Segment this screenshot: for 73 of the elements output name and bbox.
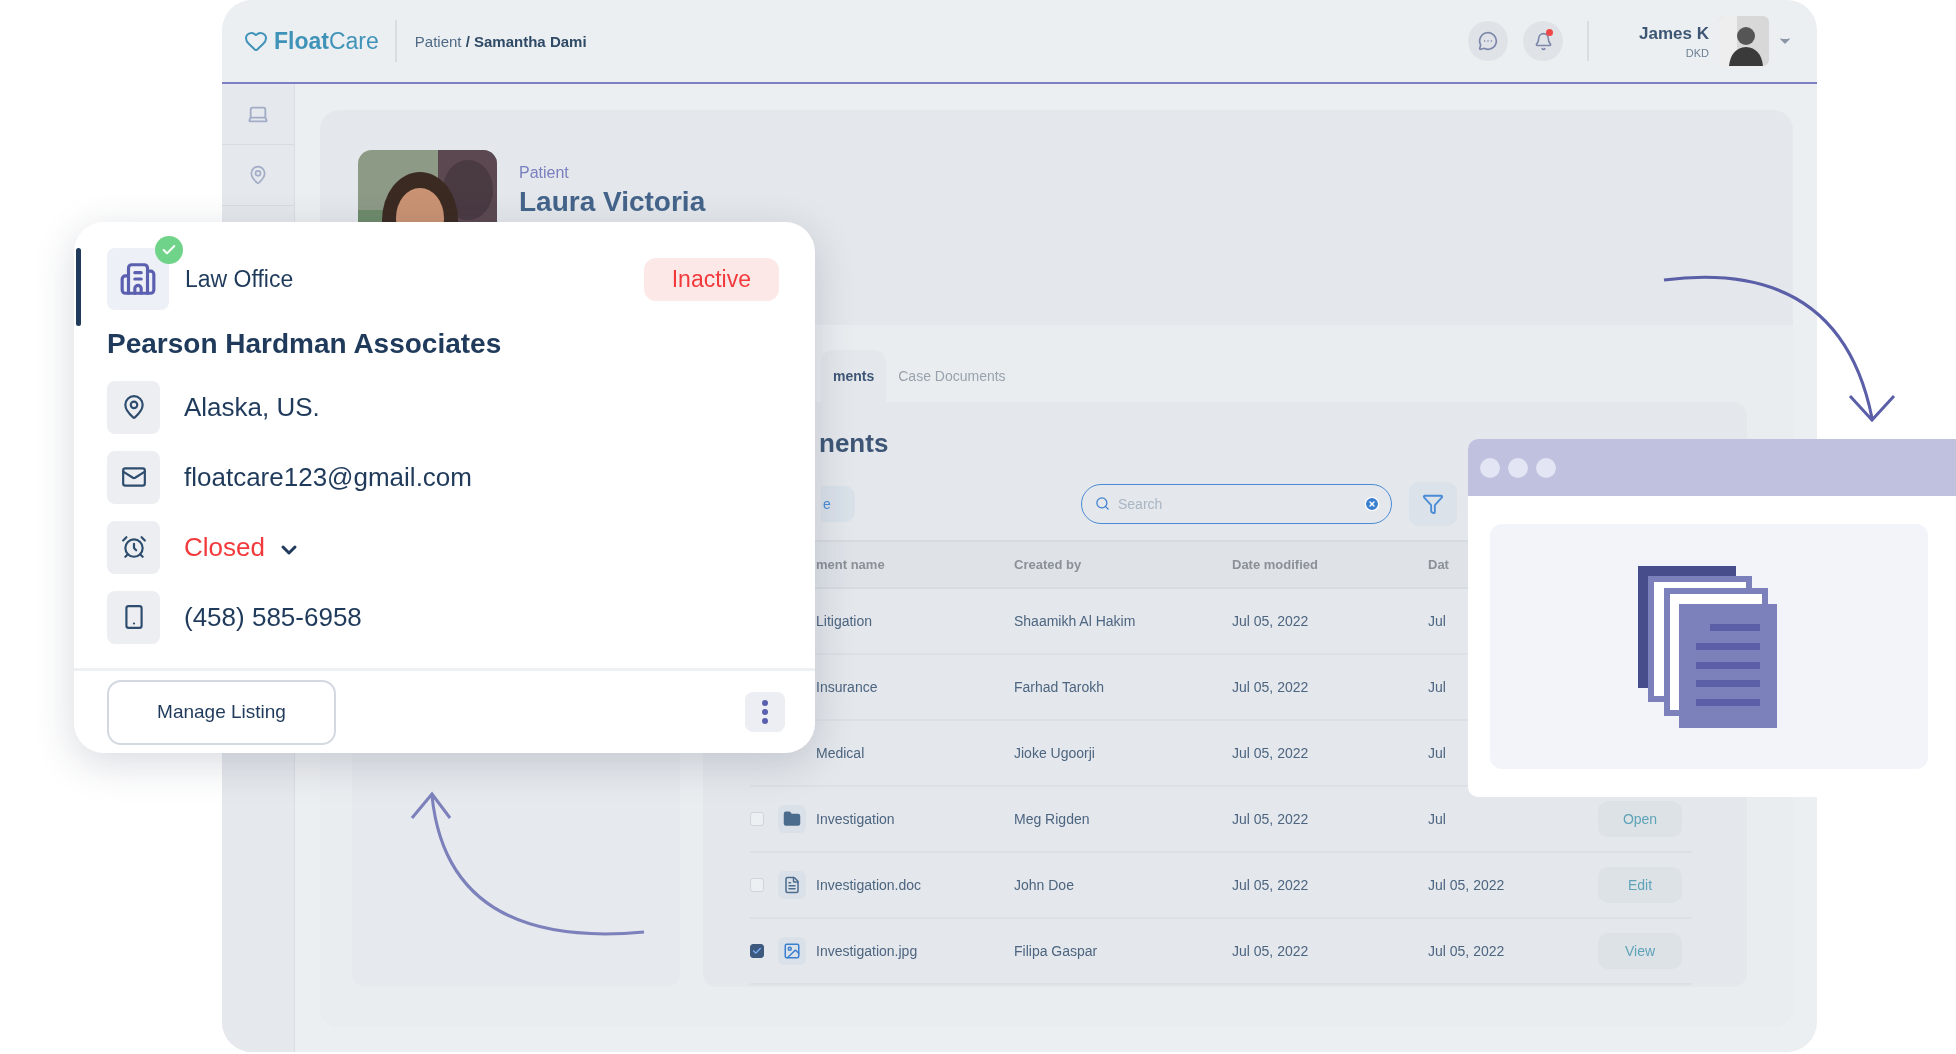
patient-name: Laura Victoria xyxy=(519,186,706,218)
section-heading: nents xyxy=(819,426,889,460)
table-cell-text: Jul xyxy=(1428,613,1447,629)
listing-name: Pearson Hardman Associates xyxy=(107,328,503,360)
more-icon xyxy=(762,700,768,724)
tab[interactable]: ments xyxy=(821,350,887,402)
chat-icon xyxy=(1478,31,1499,51)
table-cell-text: Farhad Tarokh xyxy=(1014,679,1105,695)
table-cell-text: Jul xyxy=(1428,745,1447,761)
table-cell-text: Jul 05, 2022 xyxy=(1428,877,1506,893)
table-cell-text: Jul 05, 2022 xyxy=(1232,679,1310,695)
table-cell-text: Jioke Ugoorji xyxy=(1014,745,1096,761)
table-cell-text: Jul xyxy=(1428,679,1447,695)
more-button[interactable] xyxy=(745,692,785,732)
image-icon xyxy=(783,942,801,960)
table-cell-text: Jul 05, 2022 xyxy=(1232,613,1310,629)
row-checkbox[interactable] xyxy=(750,944,764,958)
table-cell-text: Jul 05, 2022 xyxy=(1232,745,1310,761)
envelope-icon xyxy=(120,464,147,490)
detail-text: (458) 585-6958 xyxy=(184,601,362,633)
column-header: Date modified xyxy=(1232,557,1319,572)
detail-text: floatcare123@gmail.com xyxy=(184,461,472,493)
chat-button[interactable] xyxy=(1468,21,1509,61)
alarm-clock-icon xyxy=(120,534,147,560)
window-dot xyxy=(1480,457,1500,478)
window-dot xyxy=(1536,457,1556,478)
user-role: DKD xyxy=(1685,46,1709,59)
heart-logo-icon xyxy=(244,29,268,53)
column-header: Dat xyxy=(1428,557,1450,572)
table-cell-text: Filipa Gaspar xyxy=(1014,943,1099,959)
column-header: Created by xyxy=(1014,557,1083,572)
window-dot xyxy=(1508,457,1528,478)
clear-icon[interactable] xyxy=(1364,496,1380,512)
table-cell-text: Investigation.doc xyxy=(816,877,923,893)
location-pin-icon[interactable] xyxy=(248,165,268,185)
detail-text: Alaska, US. xyxy=(184,391,320,423)
search-field[interactable]: Search xyxy=(1081,484,1392,524)
folder-icon xyxy=(783,810,801,828)
table-cell-text: Medical xyxy=(816,745,866,761)
user-name: James K xyxy=(1639,23,1709,44)
action-button[interactable]: e xyxy=(821,486,855,522)
brand-name: FloatCare xyxy=(274,27,379,55)
row-action-button[interactable]: Open xyxy=(1598,801,1682,837)
table-cell-text: Jul 05, 2022 xyxy=(1232,877,1310,893)
manage-listing-button[interactable]: Manage Listing xyxy=(107,679,336,745)
breadcrumb: Patient / Samantha Dami xyxy=(414,32,587,50)
table-cell-text: Jul xyxy=(1428,811,1447,827)
column-header: ment name xyxy=(816,557,886,572)
filter-button[interactable] xyxy=(1409,482,1457,526)
table-cell-text: Jul 05, 2022 xyxy=(1232,811,1310,827)
check-icon xyxy=(752,946,762,956)
row-action-button[interactable]: View xyxy=(1598,933,1682,969)
notifications-button[interactable] xyxy=(1523,21,1564,61)
detail-text: Closed xyxy=(184,531,265,563)
table-cell-text: Litigation xyxy=(816,613,874,629)
bell-icon xyxy=(1533,31,1553,51)
building-icon xyxy=(119,260,157,298)
status-badge: Inactive xyxy=(643,257,779,301)
table-cell-text: Shaamikh Al Hakim xyxy=(1014,613,1137,629)
filter-icon xyxy=(1422,493,1444,515)
table-cell-text: Investigation.jpg xyxy=(816,943,919,959)
row-action-button[interactable]: Edit xyxy=(1598,867,1682,903)
document-icon xyxy=(783,876,801,894)
table-cell-text: Insurance xyxy=(816,679,879,695)
tab[interactable]: Case Documents xyxy=(886,350,1018,402)
table-cell-text: Investigation xyxy=(816,811,896,827)
table-cell-text: Jul 05, 2022 xyxy=(1232,943,1310,959)
table-cell-text: Meg Rigden xyxy=(1014,811,1091,827)
listing-category: Law Office xyxy=(185,265,294,293)
patient-label: Patient xyxy=(519,164,570,182)
table-cell-text: John Doe xyxy=(1014,877,1075,893)
search-icon xyxy=(1095,496,1110,511)
table-cell-text: Jul 05, 2022 xyxy=(1428,943,1506,959)
